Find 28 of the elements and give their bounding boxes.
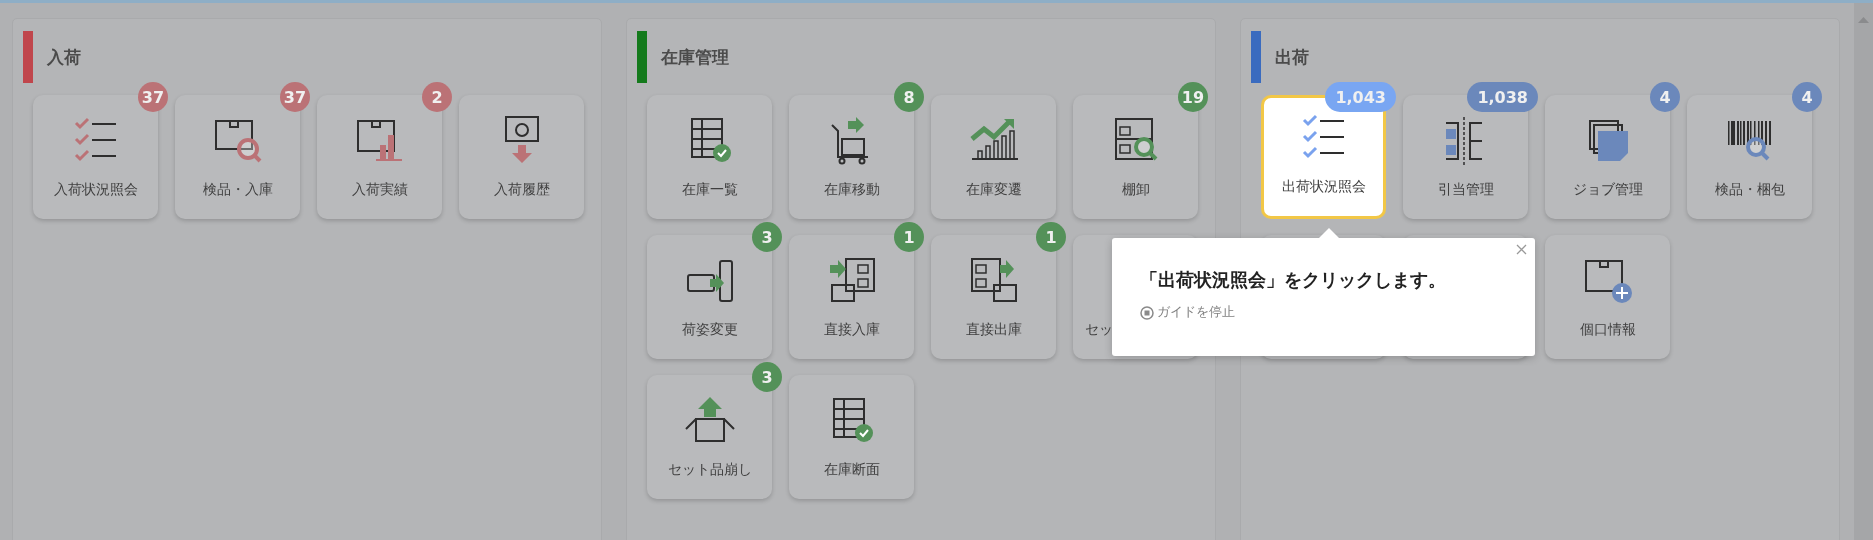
count-badge: 4 — [1792, 82, 1822, 112]
count-badge: 3 — [752, 362, 782, 392]
scrollbar[interactable] — [1854, 3, 1873, 540]
stop-icon — [1140, 305, 1154, 320]
menu-tile[interactable]: 在庫断面 — [789, 375, 914, 499]
close-button[interactable] — [1514, 242, 1529, 257]
guide-message: 「出荷状況照会」をクリックします。 — [1140, 268, 1447, 292]
count-badge: 1,043 — [1325, 82, 1396, 112]
count-badge: 19 — [1178, 82, 1208, 112]
count-badge: 1 — [894, 222, 924, 252]
count-badge: 1,038 — [1467, 82, 1538, 112]
count-badge: 4 — [1650, 82, 1680, 112]
count-badge: 37 — [138, 82, 168, 112]
count-badge: 3 — [752, 222, 782, 252]
section-title: 出荷 — [1275, 45, 1309, 69]
count-badge: 2 — [422, 82, 452, 112]
menu-tile[interactable]: 在庫一覧 — [647, 95, 772, 219]
menu-tile[interactable]: 在庫変遷 — [931, 95, 1056, 219]
scroll-up-icon[interactable] — [1858, 17, 1869, 23]
menu-tile[interactable]: 入荷履歴 — [459, 95, 584, 219]
menu-tile[interactable]: 個口情報 — [1545, 235, 1670, 359]
count-badge: 8 — [894, 82, 924, 112]
close-icon — [1516, 244, 1527, 255]
count-badge: 37 — [280, 82, 310, 112]
count-badge: 1 — [1036, 222, 1066, 252]
section-title: 入荷 — [47, 45, 81, 69]
section-title: 在庫管理 — [661, 45, 729, 69]
stop-guide-link[interactable]: ガイドを停止 — [1140, 304, 1235, 321]
